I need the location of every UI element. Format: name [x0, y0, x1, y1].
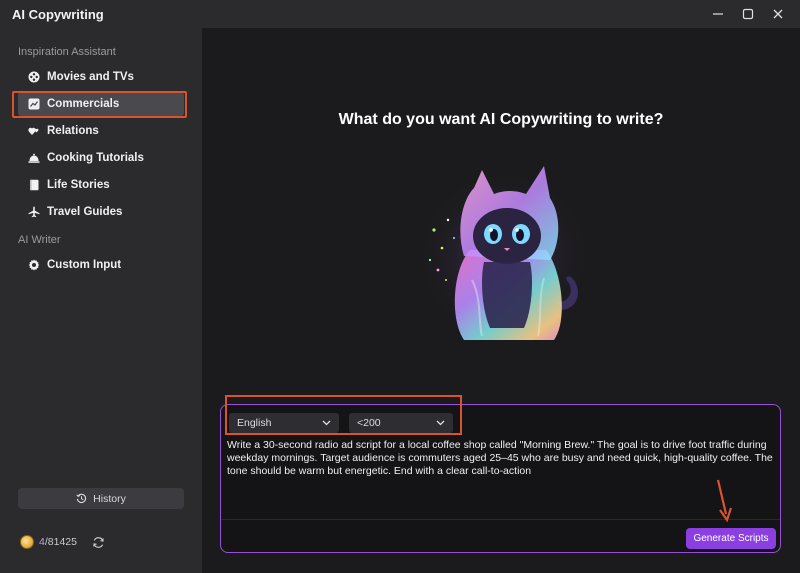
chevron-down-icon: [436, 420, 445, 426]
credits-text: 4/81425: [39, 536, 77, 548]
maximize-button[interactable]: [736, 2, 760, 26]
chart-icon: [28, 98, 40, 110]
app-title: AI Copywriting: [12, 6, 104, 22]
page-title: What do you want AI Copywriting to write…: [338, 111, 664, 128]
cat-mascot-illustration: [416, 166, 592, 344]
close-icon: [773, 9, 783, 19]
maximize-icon: [742, 8, 754, 20]
sidebar-item-label: Custom Input: [47, 259, 122, 271]
credits-indicator: 4/81425: [20, 535, 105, 549]
length-select-value: <200: [357, 417, 381, 429]
panel-divider: [221, 519, 780, 520]
sidebar-item-movies-and-tvs[interactable]: Movies and TVs: [18, 65, 184, 89]
airplane-icon: [28, 206, 40, 218]
gear-icon: [28, 259, 40, 271]
prompt-textarea[interactable]: Write a 30-second radio ad script for a …: [225, 439, 776, 519]
history-icon: [76, 493, 87, 504]
sidebar-item-label: Life Stories: [47, 179, 110, 191]
minimize-button[interactable]: [706, 2, 730, 26]
refresh-icon[interactable]: [92, 536, 105, 549]
history-label: History: [93, 492, 126, 505]
ai-writer-label: AI Writer: [18, 234, 61, 246]
sidebar-item-travel-guides[interactable]: Travel Guides: [18, 200, 184, 224]
title-bar: AI Copywriting: [0, 0, 800, 28]
length-select[interactable]: <200: [349, 413, 453, 433]
prompt-panel: English <200 Write a 30-second radio ad …: [220, 404, 781, 553]
credits-total: /81425: [44, 536, 77, 548]
sidebar-item-label: Commercials: [47, 98, 120, 110]
window-controls: [706, 0, 790, 28]
cloche-icon: [28, 152, 40, 164]
coin-icon: [20, 535, 34, 549]
sidebar-item-label: Relations: [47, 125, 99, 137]
sidebar-item-custom-input[interactable]: Custom Input: [18, 253, 184, 277]
generate-scripts-button[interactable]: Generate Scripts: [686, 528, 776, 549]
chevron-down-icon: [322, 420, 331, 426]
book-icon: [28, 179, 40, 191]
sidebar-item-commercials[interactable]: Commercials: [18, 92, 184, 116]
sidebar: Inspiration Assistant Movies and TVs Com…: [0, 28, 202, 573]
sidebar-item-label: Movies and TVs: [47, 71, 134, 83]
language-select-value: English: [237, 417, 272, 429]
sidebar-item-relations[interactable]: Relations: [18, 119, 184, 143]
minimize-icon: [713, 13, 723, 15]
history-button[interactable]: History: [18, 488, 184, 509]
sidebar-item-life-stories[interactable]: Life Stories: [18, 173, 184, 197]
sidebar-item-label: Cooking Tutorials: [47, 152, 144, 164]
hearts-icon: [28, 125, 40, 137]
film-reel-icon: [28, 71, 40, 83]
close-button[interactable]: [766, 2, 790, 26]
sidebar-item-label: Travel Guides: [47, 206, 123, 218]
language-select[interactable]: English: [229, 413, 339, 433]
inspiration-assistant-label: Inspiration Assistant: [18, 46, 116, 58]
sidebar-item-cooking-tutorials[interactable]: Cooking Tutorials: [18, 146, 184, 170]
